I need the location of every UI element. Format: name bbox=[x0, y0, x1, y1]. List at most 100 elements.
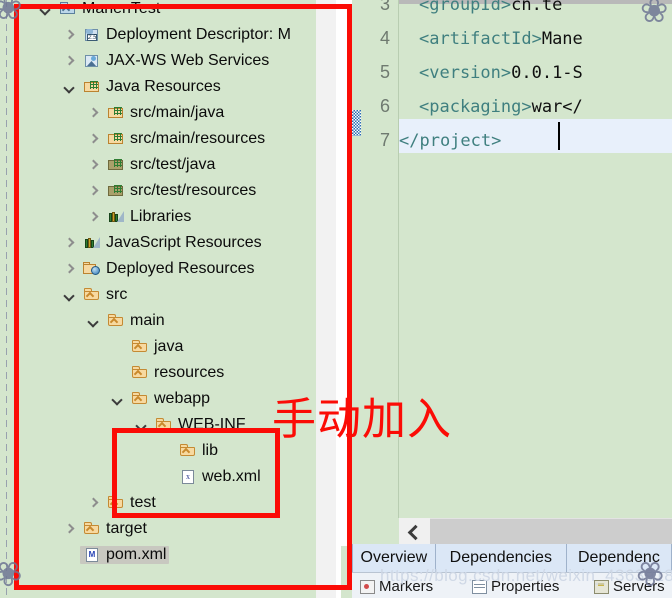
tree-item-java-resources[interactable]: Java Resources bbox=[64, 74, 224, 100]
tree-item-label: web.xml bbox=[202, 468, 261, 485]
tree-item-label: Deployment Descriptor: M bbox=[106, 26, 291, 43]
chevron-down-icon[interactable] bbox=[64, 290, 75, 301]
tree-item-src-test-resources[interactable]: src/test/resources bbox=[88, 178, 259, 204]
chevron-right-icon[interactable] bbox=[88, 108, 99, 119]
code-token: war</ bbox=[531, 97, 583, 117]
code-line[interactable]: <version>0.0.1-S bbox=[419, 56, 583, 90]
chevron-right-icon[interactable] bbox=[64, 30, 75, 41]
tree-item-main[interactable]: main bbox=[88, 308, 168, 334]
markers-icon bbox=[360, 579, 375, 594]
screenshot-root: ManenTest 2.5 Deployment Descriptor: M JAX-… bbox=[0, 0, 672, 598]
tree-item-src-main-java[interactable]: src/main/java bbox=[88, 100, 227, 126]
tree-item-label: JAX-WS Web Services bbox=[106, 52, 270, 69]
corner-ornament-icon: ❀ bbox=[0, 0, 23, 28]
explorer-vertical-scrollbar[interactable] bbox=[316, 0, 336, 598]
tree-item-src-test-java[interactable]: src/test/java bbox=[88, 152, 218, 178]
editor-hscroll-left-arrow[interactable] bbox=[399, 518, 430, 546]
code-line[interactable]: <groupId>cn.te bbox=[419, 0, 562, 22]
code-line[interactable]: <artifactId>Mane bbox=[419, 22, 583, 56]
chevron-down-icon[interactable] bbox=[40, 4, 51, 15]
deployed-resources-icon bbox=[83, 261, 101, 277]
chevron-right-icon[interactable] bbox=[88, 212, 99, 223]
libraries-icon bbox=[107, 209, 125, 225]
code-token: <artifactId> bbox=[419, 29, 542, 49]
project-folder-icon bbox=[59, 1, 77, 17]
tree-item-label: WEB-INF bbox=[178, 416, 246, 433]
tree-item-webapp[interactable]: webapp bbox=[112, 386, 213, 412]
watermark-url: https://blog.csdn.net/weixin_4363918 bbox=[380, 566, 672, 585]
twisty-placeholder bbox=[112, 368, 123, 379]
tree-item-label: Java Resources bbox=[106, 78, 221, 95]
tree-item-web-inf[interactable]: WEB-INF bbox=[136, 412, 249, 438]
tree-item-libraries[interactable]: Libraries bbox=[88, 204, 194, 230]
jax-ws-icon bbox=[83, 53, 101, 69]
line-number: 3 bbox=[379, 0, 390, 14]
project-explorer-panel: ManenTest 2.5 Deployment Descriptor: M JAX-… bbox=[0, 0, 352, 598]
code-line[interactable]: <packaging>war</ bbox=[419, 90, 583, 124]
tree-item-jax-ws-web-services[interactable]: JAX-WS Web Services bbox=[64, 48, 272, 74]
chevron-right-icon[interactable] bbox=[88, 134, 99, 145]
tree-item-label: main bbox=[130, 312, 165, 329]
tree-item-javascript-resources[interactable]: JavaScript Resources bbox=[64, 230, 265, 256]
corner-ornament-icon: ❀ bbox=[0, 553, 23, 593]
tree-item-lib[interactable]: lib bbox=[160, 438, 221, 464]
tree-item-pom-xml[interactable]: Mpom.xml bbox=[64, 542, 170, 568]
tree-item-deployed-resources[interactable]: Deployed Resources bbox=[64, 256, 258, 282]
tree-item-web-xml[interactable]: x web.xml bbox=[160, 464, 264, 490]
chevron-left-icon bbox=[407, 524, 424, 541]
corner-ornament-icon: ❀ bbox=[640, 0, 669, 31]
tree-item-label: src/test/resources bbox=[130, 182, 257, 199]
folder-icon bbox=[131, 365, 149, 381]
chevron-down-icon[interactable] bbox=[88, 316, 99, 327]
tree-item-label: Deployed Resources bbox=[106, 260, 255, 277]
tree-item-deployment-descriptor-m[interactable]: 2.5 Deployment Descriptor: M bbox=[64, 22, 294, 48]
chevron-down-icon[interactable] bbox=[112, 394, 123, 405]
tree-item-label: src bbox=[106, 286, 128, 303]
line-number: 7 bbox=[379, 130, 390, 150]
pane-divider-right bbox=[341, 0, 352, 546]
editor-marker-column[interactable] bbox=[352, 0, 362, 518]
project-tree[interactable]: ManenTest 2.5 Deployment Descriptor: M JAX-… bbox=[0, 0, 316, 598]
folder-icon bbox=[107, 495, 125, 511]
chevron-right-icon[interactable] bbox=[64, 264, 75, 275]
tree-item-src[interactable]: src bbox=[64, 282, 130, 308]
chevron-down-icon[interactable] bbox=[64, 82, 75, 93]
tree-item-resources[interactable]: resources bbox=[112, 360, 227, 386]
chevron-right-icon[interactable] bbox=[88, 186, 99, 197]
folder-icon bbox=[83, 287, 101, 303]
folder-icon bbox=[131, 391, 149, 407]
code-token: Mane bbox=[541, 29, 583, 49]
tree-item-target[interactable]: target bbox=[64, 516, 150, 542]
tree-item-label: test bbox=[130, 494, 156, 511]
twisty-placeholder bbox=[160, 472, 171, 483]
search-match-marker-icon bbox=[352, 110, 361, 136]
chevron-right-icon[interactable] bbox=[88, 160, 99, 171]
tree-item-label: src/main/resources bbox=[130, 130, 266, 147]
code-token: <version> bbox=[419, 63, 512, 83]
corner-ornament-icon: ❀ bbox=[636, 553, 665, 593]
deployment-descriptor-icon: 2.5 bbox=[83, 27, 101, 43]
tree-item-src-main-resources[interactable]: src/main/resources bbox=[88, 126, 268, 152]
code-token: <packaging> bbox=[419, 97, 532, 117]
editor-code-area[interactable]: <groupId>cn.te <artifactId>Mane <version>0… bbox=[399, 0, 672, 518]
code-line[interactable]: </project> bbox=[399, 124, 501, 158]
source-package-icon bbox=[107, 105, 125, 121]
tree-item-java[interactable]: java bbox=[112, 334, 186, 360]
line-number: 5 bbox=[379, 62, 390, 82]
twisty-placeholder bbox=[160, 446, 171, 457]
editor-hscrollbar-thumb[interactable] bbox=[430, 519, 672, 545]
tree-item-label: ManenTest bbox=[82, 0, 161, 17]
code-token: 0.0.1-S bbox=[511, 63, 583, 83]
chevron-right-icon[interactable] bbox=[64, 238, 75, 249]
tree-item-manentest[interactable]: ManenTest bbox=[40, 0, 163, 22]
chevron-right-icon[interactable] bbox=[88, 498, 99, 509]
test-package-icon bbox=[107, 183, 125, 199]
folder-icon bbox=[131, 339, 149, 355]
tree-item-test[interactable]: test bbox=[88, 490, 159, 516]
code-token: </project> bbox=[399, 131, 502, 151]
chevron-right-icon[interactable] bbox=[64, 524, 75, 535]
source-package-icon bbox=[107, 131, 125, 147]
chevron-right-icon[interactable] bbox=[64, 56, 75, 67]
chevron-down-icon[interactable] bbox=[136, 420, 147, 431]
twisty-placeholder bbox=[112, 342, 123, 353]
